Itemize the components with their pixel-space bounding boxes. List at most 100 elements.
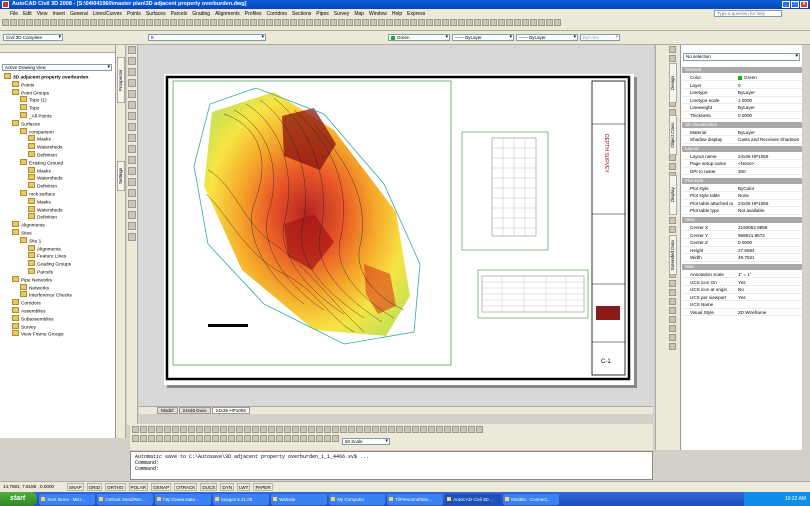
annotation-icon-2[interactable] <box>140 426 147 433</box>
annotation-icon-20[interactable] <box>284 426 291 433</box>
tree-node[interactable]: rock surface <box>0 190 116 198</box>
toolbar-icon-54[interactable] <box>426 19 433 26</box>
properties-tab[interactable]: Display <box>669 175 677 215</box>
annotation-icon-33[interactable] <box>388 426 395 433</box>
tree-node[interactable]: Masks <box>0 135 116 143</box>
annotation-icon-1[interactable] <box>132 426 139 433</box>
snap-icon-9[interactable] <box>196 435 203 442</box>
toolbar-icon-52[interactable] <box>410 19 417 26</box>
annotation-icon-28[interactable] <box>348 426 355 433</box>
toolbar-icon-66[interactable] <box>522 19 529 26</box>
status-toggle-lwt[interactable]: LWT <box>237 483 251 491</box>
annotation-icon-7[interactable] <box>180 426 187 433</box>
tree-node[interactable]: Parcels <box>0 268 116 276</box>
tree-node[interactable]: Site 1 <box>0 237 116 245</box>
menu-express[interactable]: Express <box>407 11 425 17</box>
property-row[interactable]: Width 49.7621 <box>682 254 802 262</box>
toolbar-icon-46[interactable] <box>362 19 369 26</box>
draw-tool-icon-10[interactable] <box>128 145 136 153</box>
menu-edit[interactable]: Edit <box>23 11 32 17</box>
annotation-icon-4[interactable] <box>156 426 163 433</box>
tree-node[interactable]: Masks <box>0 198 116 206</box>
snap-icon-2[interactable] <box>140 435 147 442</box>
snap-icon-21[interactable] <box>292 435 299 442</box>
snap-icon-16[interactable] <box>252 435 259 442</box>
menu-window[interactable]: Window <box>369 11 387 17</box>
annotation-icon-10[interactable] <box>204 426 211 433</box>
properties-section-header[interactable]: Layout <box>682 145 802 152</box>
toolbar-icon-43[interactable] <box>338 19 345 26</box>
toolbar-icon-40[interactable] <box>314 19 321 26</box>
annotation-icon-25[interactable] <box>324 426 331 433</box>
toolbar-icon-12[interactable] <box>90 19 97 26</box>
toolbar-icon-10[interactable] <box>74 19 81 26</box>
snap-icon-13[interactable] <box>228 435 235 442</box>
tree-node[interactable]: Alignments <box>0 245 116 253</box>
tree-node[interactable]: comparison <box>0 128 116 136</box>
menu-corridors[interactable]: Corridors <box>266 11 287 17</box>
toolbar-icon-19[interactable] <box>146 19 153 26</box>
annotation-icon-32[interactable] <box>380 426 387 433</box>
menu-insert[interactable]: Insert <box>52 11 65 17</box>
toolbar-icon-38[interactable] <box>298 19 305 26</box>
annotation-icon-40[interactable] <box>444 426 451 433</box>
menu-map[interactable]: Map <box>354 11 364 17</box>
properties-section-header[interactable]: View <box>682 217 802 223</box>
tree-node[interactable]: Topo <box>0 104 116 112</box>
draw-tool-icon-6[interactable] <box>128 101 136 109</box>
property-row[interactable]: Layout name 24x36 HP1055 <box>682 153 802 161</box>
snap-icon-18[interactable] <box>268 435 275 442</box>
snap-icon-14[interactable] <box>236 435 243 442</box>
draw-tool-icon-5[interactable] <box>128 90 136 98</box>
status-toggle-grid[interactable]: GRID <box>86 483 102 491</box>
tree-node[interactable]: Definition <box>0 151 116 159</box>
taskbar-button[interactable]: Sent Items - Micr... <box>39 493 96 505</box>
property-row[interactable]: Material ByLayer <box>682 129 802 136</box>
tree-node[interactable]: Assemblies <box>0 307 116 315</box>
tree-node[interactable]: Grading Groups <box>0 260 116 268</box>
snap-icon-22[interactable] <box>300 435 307 442</box>
toolbar-icon-47[interactable] <box>370 19 377 26</box>
annotation-icon-44[interactable] <box>476 426 483 433</box>
property-row[interactable]: Page setup name <None> <box>682 160 802 168</box>
annotation-icon-11[interactable] <box>212 426 219 433</box>
toolbar-icon-60[interactable] <box>474 19 481 26</box>
draw-tool-icon-13[interactable] <box>128 178 136 186</box>
toolbar-icon-49[interactable] <box>386 19 393 26</box>
toolbar-icon-24[interactable] <box>186 19 193 26</box>
tree-node[interactable]: Alignments <box>0 221 116 229</box>
draw-tool-icon-11[interactable] <box>128 156 136 164</box>
snap-icon-10[interactable] <box>204 435 211 442</box>
linetype-dropdown[interactable]: —— ByLayer <box>452 34 514 41</box>
color-dropdown[interactable]: Green <box>388 34 450 41</box>
taskbar-button[interactable]: MiniBlo - Connect... <box>503 493 560 505</box>
property-row[interactable]: DPI to raster 300 <box>682 168 802 176</box>
annotation-icon-18[interactable] <box>268 426 275 433</box>
property-row[interactable]: UCS icon at origin No <box>682 286 802 294</box>
property-row[interactable]: Center X 2193062.9858 <box>682 224 802 232</box>
tree-node[interactable]: Subassemblies <box>0 315 116 323</box>
property-row[interactable]: UCS Name <box>682 301 802 309</box>
annotation-icon-35[interactable] <box>404 426 411 433</box>
toolbar-icon-4[interactable] <box>26 19 33 26</box>
tree-node[interactable]: Surfaces <box>0 120 116 128</box>
property-row[interactable]: Visual Style 2D Wireframe <box>682 309 802 317</box>
draw-tool-icon-16[interactable] <box>128 211 136 219</box>
workspace-dropdown[interactable]: Civil 3D Complete <box>3 34 63 41</box>
toolbar-icon-23[interactable] <box>178 19 185 26</box>
annotation-icon-21[interactable] <box>292 426 299 433</box>
toolbar-icon-34[interactable] <box>266 19 273 26</box>
scale-dropdown[interactable]: 50 Scale <box>342 438 390 445</box>
status-toggle-paper[interactable]: PAPER <box>253 483 273 491</box>
annotation-icon-37[interactable] <box>420 426 427 433</box>
snap-icon-11[interactable] <box>212 435 219 442</box>
menu-alignments[interactable]: Alignments <box>215 11 240 17</box>
taskbar-button[interactable]: Outlook Send/Rec... <box>97 493 154 505</box>
toolbar-icon-33[interactable] <box>258 19 265 26</box>
snap-icon-1[interactable] <box>132 435 139 442</box>
menu-grading[interactable]: Grading <box>192 11 210 17</box>
status-toggle-osnap[interactable]: OSNAP <box>151 483 172 491</box>
annotation-icon-39[interactable] <box>436 426 443 433</box>
annotation-icon-23[interactable] <box>308 426 315 433</box>
annotation-icon-34[interactable] <box>396 426 403 433</box>
